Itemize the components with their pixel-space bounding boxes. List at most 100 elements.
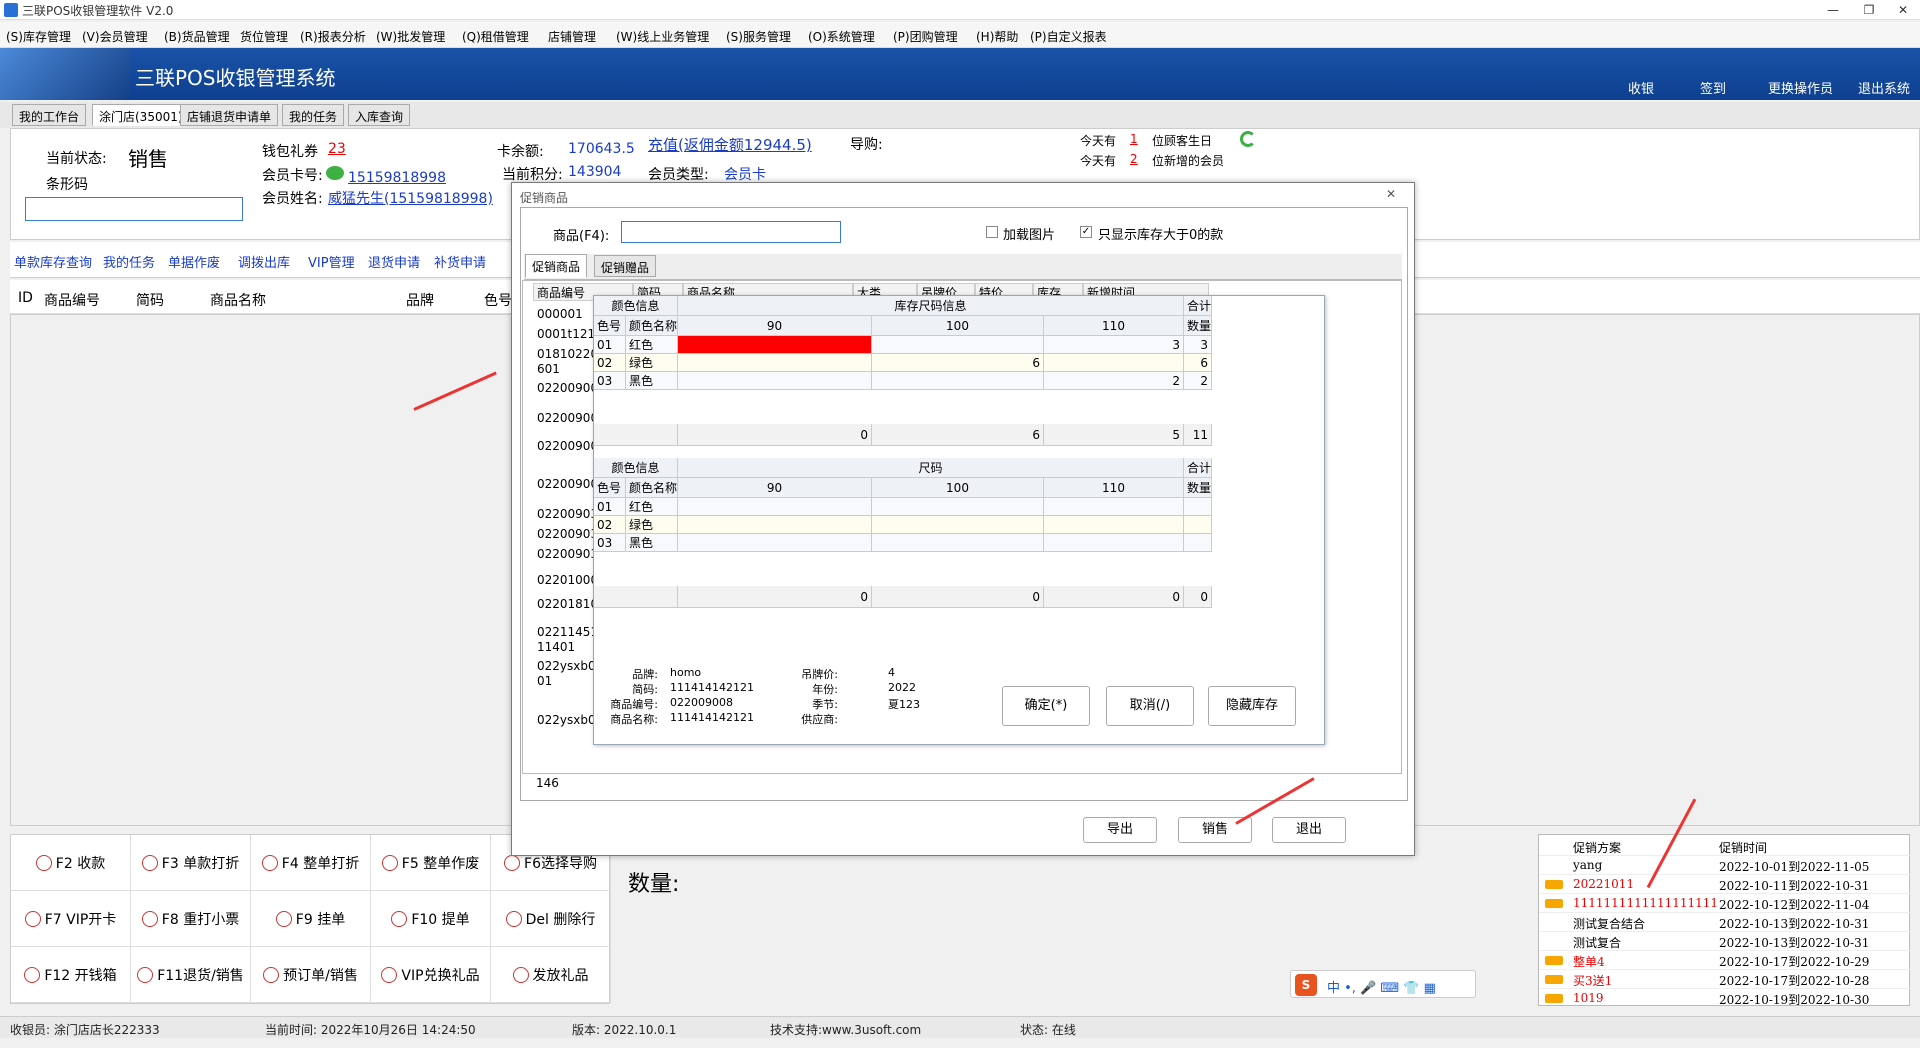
sogou-icon[interactable]: S: [1295, 974, 1317, 996]
tab-my-tasks[interactable]: 我的任务: [282, 104, 345, 126]
tab-workbench[interactable]: 我的工作台: [12, 104, 87, 126]
function-key-button[interactable]: F2 收款: [11, 835, 131, 891]
function-key-button[interactable]: VIP兑换礼品: [371, 947, 491, 1003]
dialog-close-icon[interactable]: ✕: [1386, 187, 1396, 201]
tab-promo-products[interactable]: 促销商品: [525, 254, 588, 278]
promo-row[interactable]: 买3送1 2022-10-17到2022-10-28: [1539, 969, 1911, 988]
function-key-label: 预订单/销售: [283, 968, 358, 984]
toolbar-link[interactable]: 单据作废: [168, 252, 220, 271]
member-name[interactable]: 威猛先生(15159818998): [328, 188, 493, 208]
menu-item[interactable]: 货位管理: [240, 28, 288, 45]
minimize-icon[interactable]: —: [1816, 0, 1850, 20]
status-cashier: 收银员: 涂门店店长222333: [10, 1023, 160, 1037]
card-number[interactable]: 15159818998: [348, 170, 446, 186]
restore-icon[interactable]: ❐: [1852, 0, 1886, 20]
only-stock-checkbox[interactable]: ✓: [1080, 226, 1092, 238]
wallet-value[interactable]: 23: [328, 141, 346, 157]
promo-row[interactable]: 1019 2022-10-19到2022-10-30: [1539, 988, 1911, 1007]
ime-mode-icon[interactable]: 中 •, 🎤 ⌨ 👕 ▦: [1327, 977, 1436, 996]
barcode-input[interactable]: [25, 197, 243, 221]
tab-stock-query[interactable]: 入库查询: [348, 104, 411, 126]
promo-row[interactable]: yang 2022-10-01到2022-11-05: [1539, 855, 1911, 874]
size-header: 100: [872, 478, 1044, 498]
function-key-icon: [504, 855, 521, 871]
dialog-cancel-button[interactable]: 取消(/): [1106, 686, 1194, 726]
function-key-button[interactable]: F8 重打小票: [131, 891, 251, 947]
stock-qty-cell: [1044, 354, 1184, 372]
size-header: 90: [678, 478, 872, 498]
function-key-button[interactable]: 预订单/销售: [251, 947, 371, 1003]
function-key-button[interactable]: 发放礼品: [491, 947, 611, 1003]
promo-name: 买3送1: [1573, 974, 1613, 988]
ime-toolbar[interactable]: S 中 •, 🎤 ⌨ 👕 ▦: [1290, 970, 1476, 998]
exit-system-link[interactable]: 退出系统: [1858, 78, 1910, 97]
stock-qty-cell: [678, 498, 872, 516]
function-key-icon: [35, 855, 52, 871]
tab-store[interactable]: 涂门店(35001): [92, 104, 190, 126]
promo-name: 1019: [1573, 991, 1604, 1005]
toolbar-link[interactable]: 单款库存查询: [14, 252, 92, 271]
function-key-button[interactable]: Del 删除行: [491, 891, 611, 947]
toolbar-link[interactable]: 退货申请: [368, 252, 420, 271]
toolbar-link[interactable]: VIP管理: [308, 252, 355, 271]
cashier-link[interactable]: 收银: [1628, 78, 1654, 97]
menu-item[interactable]: (V)会员管理: [82, 28, 148, 45]
function-key-button[interactable]: F7 VIP开卡: [11, 891, 131, 947]
exit-button[interactable]: 退出: [1272, 817, 1346, 843]
menu-item[interactable]: (R)报表分析: [300, 28, 366, 45]
function-key-button[interactable]: F5 整单作废: [371, 835, 491, 891]
detail-value: 022009008: [670, 696, 733, 709]
product-search-input[interactable]: [621, 221, 841, 243]
menu-item[interactable]: (P)自定义报表: [1030, 28, 1107, 45]
change-operator-link[interactable]: 更换操作员: [1768, 78, 1833, 97]
menu-item[interactable]: (B)货品管理: [164, 28, 230, 45]
menu-item[interactable]: (W)线上业务管理: [616, 28, 709, 45]
menu-item[interactable]: 店铺管理: [548, 28, 596, 45]
function-key-icon: [141, 911, 158, 927]
today-new-text: 位新增的会员: [1152, 154, 1225, 168]
refresh-icon[interactable]: [1240, 131, 1256, 147]
dialog-title: 促销商品: [520, 191, 569, 205]
toolbar-link[interactable]: 调拨出库: [238, 252, 290, 271]
name-label: 会员姓名:: [262, 191, 323, 207]
today-birthday-count[interactable]: 1: [1130, 132, 1138, 146]
recharge-link[interactable]: 充值(返佣金额12944.5): [648, 134, 812, 155]
close-icon[interactable]: ✕: [1886, 0, 1920, 20]
export-button[interactable]: 导出: [1083, 817, 1157, 843]
function-key-button[interactable]: F9 挂单: [251, 891, 371, 947]
toolbar-link[interactable]: 补货申请: [434, 252, 486, 271]
tab-promo-gifts[interactable]: 促销赠品: [594, 255, 657, 277]
stock-qty-cell: [872, 534, 1044, 552]
menu-item[interactable]: (O)系统管理: [808, 28, 875, 45]
menu-item[interactable]: (P)团购管理: [893, 28, 958, 45]
function-key-button[interactable]: F4 整单打折: [251, 835, 371, 891]
promo-row[interactable]: 测试复合结合 2022-10-13到2022-10-31: [1539, 912, 1911, 931]
today-new-count[interactable]: 2: [1130, 152, 1138, 166]
load-image-checkbox[interactable]: [986, 226, 998, 238]
menu-item[interactable]: (S)库存管理: [6, 28, 71, 45]
menu-item[interactable]: (S)服务管理: [726, 28, 791, 45]
toolbar-link[interactable]: 我的任务: [103, 252, 155, 271]
balance-value: 170643.5: [568, 141, 635, 157]
menu-item[interactable]: (W)批发管理: [376, 28, 445, 45]
promo-row[interactable]: 测试复合 2022-10-13到2022-10-31: [1539, 931, 1911, 950]
color-info-header: 颜色信息: [594, 458, 678, 478]
dialog-ok-button[interactable]: 确定(*): [1002, 686, 1090, 726]
function-key-button[interactable]: F3 单款打折: [131, 835, 251, 891]
detail-label: 简码:: [632, 683, 658, 696]
function-key-button[interactable]: F10 提单: [371, 891, 491, 947]
function-key-button[interactable]: F12 开钱箱: [11, 947, 131, 1003]
promo-row[interactable]: 20221011 2022-10-11到2022-10-31: [1539, 874, 1911, 893]
balance-label: 卡余额:: [497, 144, 544, 160]
function-key-button[interactable]: F11退货/销售: [131, 947, 251, 1003]
menu-item[interactable]: (Q)租借管理: [462, 28, 529, 45]
promo-row[interactable]: 1111111111111111111 2022-10-12到2022-11-04: [1539, 893, 1911, 912]
promo-row[interactable]: 整单4 2022-10-17到2022-10-29: [1539, 950, 1911, 969]
col-id: ID: [18, 290, 33, 306]
dialog-hide-button[interactable]: 隐藏库存: [1208, 686, 1296, 726]
color-code-header: 色号: [594, 478, 626, 498]
tab-return-request[interactable]: 店铺退货申请单: [180, 104, 279, 126]
menu-item[interactable]: (H)帮助: [976, 28, 1018, 45]
stock-qty-cell: [678, 354, 872, 372]
checkin-link[interactable]: 签到: [1700, 78, 1726, 97]
